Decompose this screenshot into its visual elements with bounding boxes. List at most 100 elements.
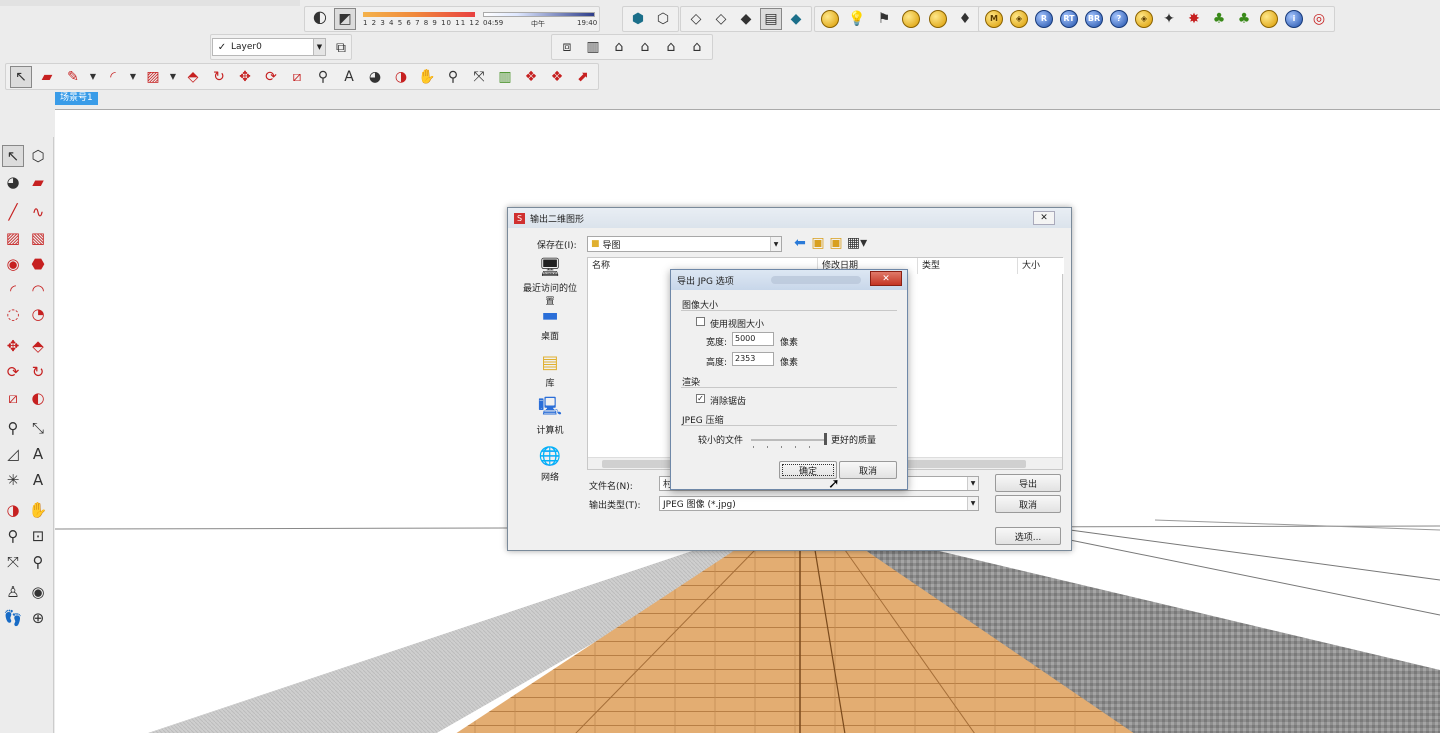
rectangle-icon[interactable]: ▨	[142, 66, 164, 88]
save-in-dropdown[interactable]: ■ 导图 ▼	[587, 236, 782, 252]
place-desktop[interactable]: ▬ 桌面	[522, 304, 578, 343]
component-icon[interactable]: ⬡	[27, 145, 49, 167]
xray-icon[interactable]: ⬡	[652, 8, 674, 30]
arc-icon[interactable]: ◜	[2, 279, 24, 301]
eraser-icon[interactable]: ▰	[36, 66, 58, 88]
help-icon[interactable]: ?	[1108, 8, 1130, 30]
text-icon[interactable]: A	[338, 66, 360, 88]
place-library[interactable]: ▤ 库	[522, 351, 578, 390]
zoom-window-icon[interactable]: ⊡	[27, 525, 49, 547]
zoom-extents-icon[interactable]: ⤧	[468, 66, 490, 88]
proxy-icon[interactable]: ✸	[1183, 8, 1205, 30]
wireframe-icon[interactable]: ◇	[685, 8, 707, 30]
info-icon[interactable]: i	[1283, 8, 1305, 30]
rotate-icon[interactable]: ⟳	[260, 66, 282, 88]
get-models-icon[interactable]: ❖	[520, 66, 542, 88]
new-folder-icon[interactable]: ▣	[828, 234, 844, 252]
slider-thumb[interactable]	[824, 433, 827, 445]
options-button[interactable]: 选项...	[995, 527, 1061, 545]
layer-manager-icon[interactable]: ⧉	[330, 37, 352, 59]
share-model-icon[interactable]: ❖	[546, 66, 568, 88]
column-size[interactable]: 大小	[1018, 258, 1064, 274]
antialias-checkbox[interactable]: ✓	[696, 394, 705, 403]
batch-render-icon[interactable]: BR	[1083, 8, 1105, 30]
cancel-button[interactable]: 取消	[839, 461, 897, 479]
pencil-icon[interactable]: ✎	[62, 66, 84, 88]
pan-icon[interactable]: ✋	[27, 499, 49, 521]
home-icon[interactable]: ⌂	[608, 36, 630, 58]
shaded-icon[interactable]: ◆	[735, 8, 757, 30]
axes-icon[interactable]: ✳	[2, 469, 24, 491]
monochrome-icon[interactable]: ◆	[785, 8, 807, 30]
color-wheel-icon[interactable]: ◎	[1308, 8, 1330, 30]
close-button[interactable]: ✕	[1033, 211, 1055, 225]
flag-icon[interactable]: ⚑	[873, 8, 895, 30]
walk-icon[interactable]: 👣	[2, 607, 24, 629]
book-icon[interactable]: ▥	[582, 36, 604, 58]
chevron-down-icon[interactable]: ▼	[128, 66, 138, 88]
sphere-icon[interactable]	[819, 8, 841, 30]
scene-tab[interactable]: 场景号1	[55, 92, 98, 105]
options-icon[interactable]: ◈	[1133, 8, 1155, 30]
rotated-rectangle-icon[interactable]: ▧	[27, 227, 49, 249]
rectangle-icon[interactable]: ▨	[2, 227, 24, 249]
look-around-icon[interactable]: ◉	[27, 581, 49, 603]
sun-icon[interactable]: ✦	[1158, 8, 1180, 30]
light-icon[interactable]	[927, 8, 949, 30]
building-icon[interactable]: ⌂	[686, 36, 708, 58]
house-front-icon[interactable]: ⌂	[634, 36, 656, 58]
freehand-icon[interactable]: ∿	[27, 201, 49, 223]
shaded-textures-icon[interactable]: ▤	[760, 8, 782, 30]
eraser-icon[interactable]: ▰	[27, 171, 49, 193]
lamp-icon[interactable]: 💡	[846, 8, 868, 30]
offset-icon[interactable]: ◐	[27, 387, 49, 409]
paint-bucket-icon[interactable]: ◕	[364, 66, 386, 88]
use-view-size-checkbox[interactable]	[696, 317, 705, 326]
section-plane-icon[interactable]: ⊕	[27, 607, 49, 629]
material-icon[interactable]: M	[983, 8, 1005, 30]
place-computer[interactable]: 🖳 计算机	[522, 396, 578, 436]
select-tool-icon[interactable]: ↖	[2, 145, 24, 167]
view-menu-icon[interactable]: ▦▾	[846, 234, 868, 252]
previous-view-icon[interactable]: ⚲	[27, 551, 49, 573]
tape-measure-icon[interactable]: ⚲	[2, 417, 24, 439]
move-icon[interactable]: ✥	[2, 335, 24, 357]
tape-measure-icon[interactable]: ⚲	[312, 66, 334, 88]
iso-view-icon[interactable]: ⬢	[627, 8, 649, 30]
move-icon[interactable]: ✥	[234, 66, 256, 88]
zoom-icon[interactable]: ⚲	[2, 525, 24, 547]
display-shadows-icon[interactable]: ◩	[334, 8, 356, 30]
height-input[interactable]: 2353	[732, 352, 774, 366]
render-region-icon[interactable]: RT	[1058, 8, 1080, 30]
pie-icon[interactable]: ◔	[27, 303, 49, 325]
push-pull-icon[interactable]: ⬘	[27, 335, 49, 357]
three-point-arc-icon[interactable]: ◌	[2, 303, 24, 325]
tree-icon[interactable]: ♣	[1208, 8, 1230, 30]
layer-dropdown[interactable]: ✓ Layer0 ▼	[212, 38, 326, 56]
month-slider[interactable]: 1 2 3 4 5 6 7 8 9 10 11 12	[363, 8, 479, 28]
pan-icon[interactable]: ✋	[416, 66, 438, 88]
house-outline-icon[interactable]: ⌂	[660, 36, 682, 58]
follow-me-icon[interactable]: ↻	[208, 66, 230, 88]
extension-icon[interactable]: ⬈	[572, 66, 594, 88]
zoom-icon[interactable]: ⚲	[442, 66, 464, 88]
cancel-button[interactable]: 取消	[995, 495, 1061, 513]
shadow-settings-icon[interactable]: 🌓	[309, 8, 331, 30]
place-network[interactable]: 🌐 网络	[522, 445, 578, 484]
export-button[interactable]: 导出	[995, 474, 1061, 492]
zoom-extents-icon[interactable]: ⤧	[2, 551, 24, 573]
close-button[interactable]: ✕	[870, 271, 902, 286]
3d-text-icon[interactable]: A	[27, 469, 49, 491]
position-camera-icon[interactable]: ♙	[2, 581, 24, 603]
text-icon[interactable]: A	[27, 443, 49, 465]
jpeg-quality-slider[interactable]	[751, 439, 825, 441]
filetype-dropdown[interactable]: JPEG 图像 (*.jpg) ▼	[659, 496, 979, 511]
time-slider[interactable]	[483, 12, 595, 17]
scale-icon[interactable]: ⧄	[286, 66, 308, 88]
two-point-arc-icon[interactable]: ◠	[27, 279, 49, 301]
render-icon[interactable]: R	[1033, 8, 1055, 30]
protractor-icon[interactable]: ◿	[2, 443, 24, 465]
push-pull-icon[interactable]: ⬘	[182, 66, 204, 88]
scale-icon[interactable]: ⧄	[2, 387, 24, 409]
material-edit-icon[interactable]: ◈	[1008, 8, 1030, 30]
